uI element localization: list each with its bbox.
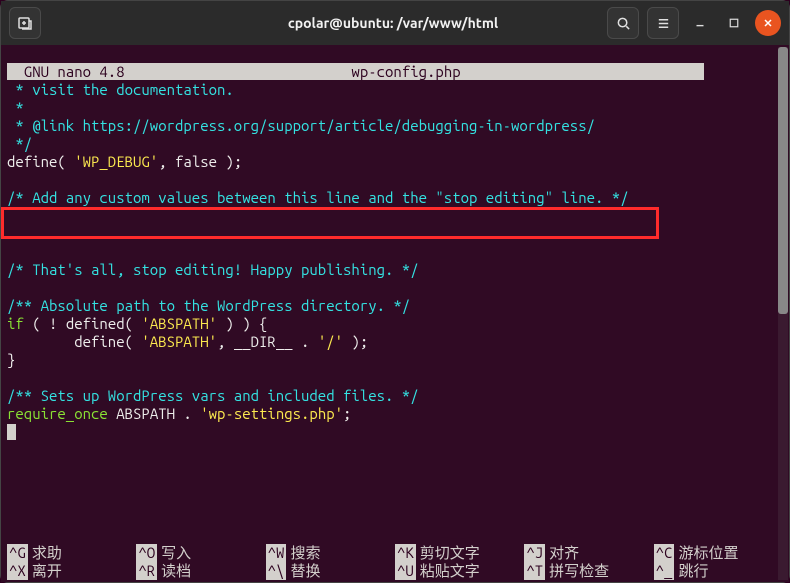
help-label: 搜索 — [290, 544, 320, 562]
help-label: 跳行 — [678, 562, 708, 580]
help-key: ^_ — [654, 562, 675, 580]
help-label: 粘贴文字 — [420, 562, 480, 580]
code-line: if ( ! defined( 'ABSPATH' ) ) { — [7, 315, 267, 332]
help-key: ^U — [395, 562, 416, 580]
help-key: ^R — [136, 562, 157, 580]
help-key: ^T — [524, 562, 545, 580]
help-label: 剪切文字 — [420, 544, 480, 562]
annotation-highlight-box — [1, 207, 659, 239]
nano-header-filename: wp-config.php — [351, 63, 460, 80]
text-cursor — [7, 424, 16, 440]
maximize-button[interactable] — [721, 10, 747, 36]
window-titlebar: cpolar@ubuntu: /var/www/html — [1, 1, 789, 45]
hamburger-menu-button[interactable] — [647, 7, 679, 39]
help-label: 求助 — [32, 544, 62, 562]
help-label: 读档 — [161, 562, 191, 580]
code-line: */ — [7, 135, 32, 152]
help-key: ^J — [524, 544, 545, 562]
help-label: 游标位置 — [678, 544, 738, 562]
code-line: * — [7, 99, 24, 116]
help-label: 离开 — [32, 562, 62, 580]
code-line: * visit the documentation. — [7, 81, 234, 98]
window-title: cpolar@ubuntu: /var/www/html — [179, 15, 607, 31]
help-label: 写入 — [161, 544, 191, 562]
help-key: ^X — [7, 562, 28, 580]
help-label: 对齐 — [549, 544, 579, 562]
terminal-area[interactable]: GNU nano 4.8 wp-config.php * visit the d… — [1, 45, 789, 582]
search-button[interactable] — [607, 7, 639, 39]
minimize-button[interactable] — [687, 10, 713, 36]
nano-header-left: GNU nano 4.8 — [7, 63, 125, 80]
close-button[interactable] — [755, 10, 781, 36]
new-tab-button[interactable] — [9, 7, 41, 39]
code-line: define( 'WP_DEBUG', false ); — [7, 153, 242, 170]
code-line: define( 'ABSPATH', __DIR__ . '/' ); — [7, 333, 368, 350]
help-key: ^C — [654, 544, 675, 562]
help-key: ^O — [136, 544, 157, 562]
help-key: ^G — [7, 544, 28, 562]
code-line: require_once ABSPATH . 'wp-settings.php'… — [7, 405, 351, 422]
scrollbar-thumb[interactable] — [778, 47, 788, 314]
code-line: /** Sets up WordPress vars and included … — [7, 387, 419, 404]
code-line: /* Add any custom values between this li… — [7, 189, 629, 206]
code-line: /** Absolute path to the WordPress direc… — [7, 297, 410, 314]
help-label: 拼写检查 — [549, 562, 609, 580]
help-key: ^K — [395, 544, 416, 562]
nano-help-bar: ^G求助 ^O写入 ^W搜索 ^K剪切文字 ^J对齐 ^C游标位置 ^X离开 ^… — [7, 544, 783, 580]
code-line: * @link https://wordpress.org/support/ar… — [7, 117, 595, 134]
help-key: ^\ — [266, 562, 287, 580]
help-key: ^W — [266, 544, 287, 562]
code-line: /* That's all, stop editing! Happy publi… — [7, 261, 419, 278]
help-label: 替换 — [290, 562, 320, 580]
scrollbar[interactable] — [778, 47, 788, 580]
code-line: } — [7, 351, 15, 368]
